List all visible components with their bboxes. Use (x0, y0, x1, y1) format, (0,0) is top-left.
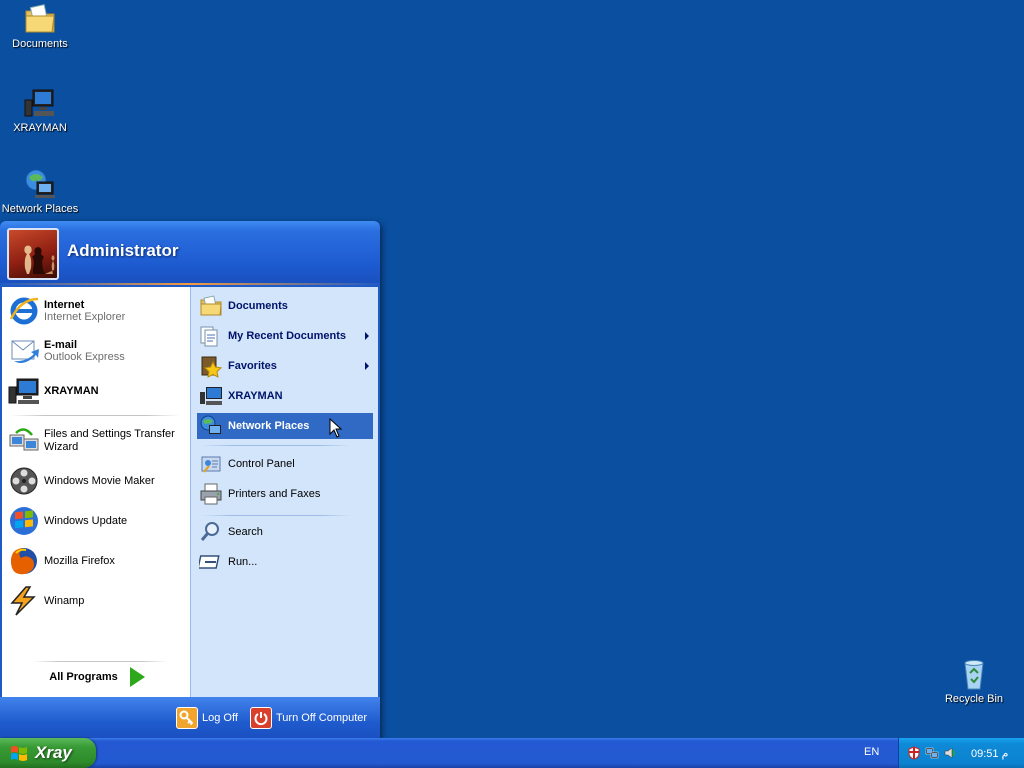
submenu-arrow-icon (365, 362, 369, 370)
pinned-item-title: Internet (44, 299, 85, 311)
start-menu-footer: Log Off Turn Off Computer (0, 697, 380, 739)
turn-off-button[interactable]: Turn Off Computer (250, 706, 367, 730)
place-item-recent-documents[interactable]: My Recent Documents (197, 323, 373, 349)
start-menu-header: Administrator (0, 221, 380, 285)
log-off-button[interactable]: Log Off (176, 706, 238, 730)
place-item-documents[interactable]: Documents (197, 293, 373, 319)
start-menu-right-pane: Documents My Recent Documents Favorites (190, 287, 378, 697)
all-programs-label: All Programs (49, 671, 118, 683)
place-item-label: Documents (228, 300, 288, 312)
tool-item-run[interactable]: Run... (197, 549, 373, 575)
outlook-express-icon (11, 340, 39, 363)
computer-icon (200, 387, 222, 405)
desktop-icon-network-places[interactable]: Network Places (0, 167, 80, 215)
place-item-xrayman[interactable]: XRAYMAN (197, 383, 373, 409)
menu-separator (201, 445, 351, 446)
desktop-icon-label: Recycle Bin (944, 693, 1004, 705)
computer-icon (8, 378, 39, 404)
start-button[interactable]: Xray (0, 738, 96, 768)
system-item-control-panel[interactable]: Control Panel (197, 451, 373, 477)
tool-item-search[interactable]: Search (197, 519, 373, 545)
place-item-label: XRAYMAN (228, 390, 283, 402)
pinned-item-title: E-mail (44, 339, 78, 351)
network-places-icon (25, 169, 55, 198)
chess-pieces-icon (17, 245, 55, 274)
taskbar: Xray EN 09:51 م (0, 738, 1024, 768)
place-item-label: Network Places (228, 420, 310, 432)
internet-explorer-icon (9, 297, 39, 325)
key-icon (176, 707, 198, 729)
recent-item-label: Files and Settings Transfer Wizard (44, 428, 175, 453)
recent-item-movie-maker[interactable]: Windows Movie Maker (8, 463, 186, 499)
start-button-label: Xray (35, 743, 72, 762)
transfer-wizard-icon (9, 428, 39, 451)
recent-item-windows-update[interactable]: Windows Update (8, 503, 186, 539)
documents-folder-icon (25, 4, 55, 33)
system-item-printers[interactable]: Printers and Faxes (197, 481, 373, 507)
clock[interactable]: 09:51 م (971, 747, 1008, 760)
windows-update-icon (10, 507, 38, 535)
recent-item-winamp[interactable]: Winamp (8, 583, 186, 619)
pinned-item-internet[interactable]: Internet Internet Explorer (8, 293, 186, 329)
pinned-item-title: XRAYMAN (44, 385, 99, 397)
pinned-item-email[interactable]: E-mail Outlook Express (8, 333, 186, 369)
documents-folder-icon (200, 295, 222, 316)
desktop-icon-label: Documents (12, 38, 68, 50)
mouse-cursor-icon (329, 418, 343, 438)
place-item-network-places[interactable]: Network Places (197, 413, 373, 439)
desktop-icon-xrayman[interactable]: XRAYMAN (0, 86, 80, 134)
security-shield-icon[interactable] (907, 746, 921, 760)
menu-separator (201, 515, 351, 516)
system-item-label: Printers and Faxes (228, 488, 321, 500)
power-icon (250, 707, 272, 729)
network-status-icon[interactable] (925, 746, 939, 760)
start-menu-left-pane: Internet Internet Explorer E-mail Outloo… (2, 287, 190, 697)
recent-item-firefox[interactable]: Mozilla Firefox (8, 543, 186, 579)
winamp-icon (10, 586, 36, 616)
firefox-icon (11, 548, 37, 575)
desktop-icon-recycle-bin[interactable]: Recycle Bin (934, 657, 1014, 705)
place-item-favorites[interactable]: Favorites (197, 353, 373, 379)
system-tray: 09:51 م (898, 738, 1024, 768)
pinned-item-subtitle: Outlook Express (44, 351, 125, 363)
menu-separator (10, 415, 180, 416)
desktop-icon-label: XRAYMAN (13, 122, 67, 134)
recent-item-label: Mozilla Firefox (44, 554, 115, 567)
printer-icon (200, 483, 222, 505)
pinned-item-xrayman[interactable]: XRAYMAN (8, 375, 186, 407)
recent-item-label: Winamp (44, 594, 85, 607)
favorites-icon (201, 356, 223, 378)
user-name: Administrator (67, 241, 179, 260)
start-menu: Administrator Internet Internet Explorer… (0, 221, 380, 739)
movie-maker-icon (10, 467, 38, 495)
tool-item-label: Run... (228, 556, 258, 568)
language-indicator[interactable]: EN (864, 746, 879, 758)
place-item-label: My Recent Documents (228, 330, 346, 342)
desktop-icon-documents[interactable]: Documents (0, 2, 80, 50)
run-icon (199, 555, 220, 569)
submenu-arrow-icon (365, 332, 369, 340)
place-item-label: Favorites (228, 360, 277, 372)
desktop-icon-label: Network Places (1, 203, 79, 215)
volume-icon[interactable] (943, 746, 957, 760)
network-places-icon (200, 415, 221, 434)
system-item-label: Control Panel (228, 458, 295, 470)
recent-item-label: Windows Update (44, 514, 128, 527)
log-off-label: Log Off (202, 712, 238, 724)
recent-item-label: Windows Movie Maker (44, 474, 155, 487)
recycle-bin-icon (964, 660, 984, 690)
menu-separator (32, 661, 168, 662)
green-arrow-icon (129, 667, 145, 687)
computer-icon (24, 89, 54, 117)
pinned-item-subtitle: Internet Explorer (44, 311, 126, 323)
search-icon (200, 522, 219, 541)
turn-off-label: Turn Off Computer (276, 712, 368, 724)
recent-item-transfer-wizard[interactable]: Files and Settings Transfer Wizard (8, 423, 186, 459)
windows-flag-icon (11, 746, 27, 761)
recent-documents-icon (200, 326, 218, 347)
all-programs-button[interactable]: All Programs (8, 663, 186, 691)
tool-item-label: Search (228, 526, 263, 538)
control-panel-icon (201, 456, 221, 473)
user-avatar[interactable] (7, 228, 59, 280)
